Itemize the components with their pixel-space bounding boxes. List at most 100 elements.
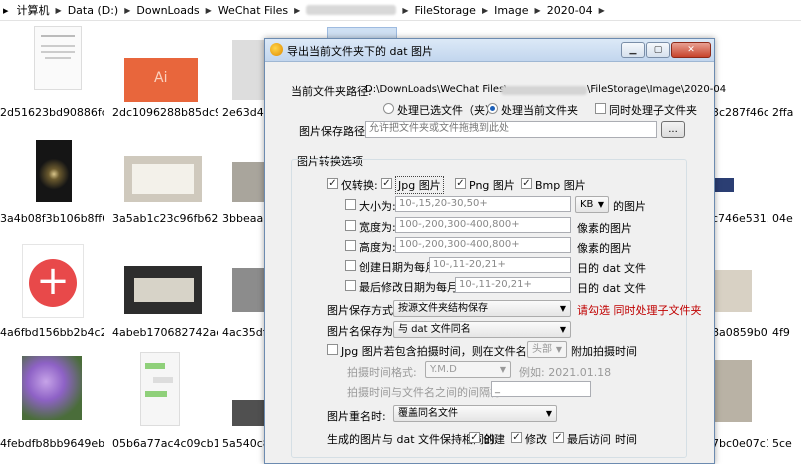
radio-selected-files[interactable] (383, 103, 394, 114)
save-mode-select[interactable]: 按源文件夹结构保存 ▼ (393, 300, 571, 317)
time-format-select[interactable]: Y.M.D ▼ (425, 361, 511, 378)
size-input[interactable]: 10-,15,20-30,50+ (395, 196, 571, 212)
file-thumbnail[interactable] (22, 356, 82, 420)
file-name[interactable]: 3bbeaa29... (222, 212, 264, 225)
file-name[interactable]: 4febdfb8bb9649eb0... (0, 437, 104, 450)
keep-modify-checkbox[interactable]: ✓ (511, 432, 522, 443)
close-button[interactable]: ✕ (671, 42, 711, 58)
file-thumbnail[interactable] (712, 360, 752, 422)
height-checkbox[interactable] (345, 240, 356, 251)
jpg-label[interactable]: Jpg 图片 (395, 176, 444, 194)
dialog-title-bar[interactable]: 导出当前文件夹下的 dat 图片 ▁ ▢ ✕ (265, 39, 714, 62)
file-name[interactable]: 2dc1096288b85dc93... (112, 106, 218, 119)
file-name[interactable]: 4abeb170682742ac7... (112, 326, 218, 339)
file-thumbnail[interactable] (34, 26, 82, 90)
file-name[interactable]: 05b6a77ac4c09cb1f... (112, 437, 218, 450)
height-input[interactable]: 100-,200,300-400,800+ (395, 237, 571, 253)
only-convert-checkbox[interactable]: ✓ (327, 178, 338, 189)
width-checkbox[interactable] (345, 220, 356, 231)
radio-current-folder-label[interactable]: 处理当前文件夹 (501, 102, 578, 118)
file-name[interactable]: c746e531... (712, 212, 768, 225)
radio-selected-files-label[interactable]: 处理已选文件（夹） (397, 102, 496, 118)
folder-path-start: D:\DownLoads\WeChat Files\ (365, 84, 508, 95)
file-name[interactable]: 2d51623bd90886fd0... (0, 106, 104, 119)
breadcrumb-filestorage[interactable]: FileStorage (410, 4, 479, 17)
size-label: 大小为: (359, 200, 396, 213)
maximize-button[interactable]: ▢ (646, 42, 670, 58)
file-thumbnail[interactable] (124, 266, 202, 314)
file-name[interactable]: 3c287f46c... (712, 106, 768, 119)
breadcrumb-wechat-files[interactable]: WeChat Files (214, 4, 292, 17)
minimize-button[interactable]: ▁ (621, 42, 645, 58)
file-name[interactable]: 5a540c89... (222, 437, 264, 450)
file-thumbnail[interactable] (36, 140, 72, 202)
file-name[interactable]: 7bc0e07c1... (712, 437, 768, 450)
chevron-right-icon[interactable]: ▶ (533, 6, 543, 15)
chevron-right-icon[interactable]: ▶ (122, 6, 132, 15)
file-thumbnail[interactable]: Ai (124, 58, 198, 102)
png-label[interactable]: Png 图片 (469, 177, 515, 193)
size-suffix: 的图片 (613, 200, 646, 213)
bmp-checkbox[interactable]: ✓ (521, 178, 532, 189)
chevron-right-icon[interactable]: ▶ (204, 6, 214, 15)
jpg-time-position-select[interactable]: 头部 ▼ (527, 341, 567, 358)
chevron-right-icon[interactable]: ▶ (597, 6, 607, 15)
file-name[interactable]: 04e (772, 212, 801, 225)
size-checkbox[interactable] (345, 199, 356, 210)
breadcrumb-data-drive[interactable]: Data (D:) (64, 4, 123, 17)
breadcrumb-2020-04[interactable]: 2020-04 (543, 4, 597, 17)
jpg-time-checkbox[interactable] (327, 344, 338, 355)
breadcrumb-computer[interactable]: 计算机 (13, 2, 54, 18)
keep-modify-label[interactable]: 修改 (525, 431, 547, 447)
file-thumbnail[interactable] (140, 352, 180, 426)
file-name[interactable]: 4a6fbd156bb2b4c2f... (0, 326, 104, 339)
file-name[interactable]: 5ce (772, 437, 801, 450)
file-thumbnail[interactable] (232, 268, 264, 312)
name-select[interactable]: 与 dat 文件同名 ▼ (393, 321, 571, 338)
browse-button[interactable]: ... (661, 121, 685, 138)
jpg-checkbox[interactable]: ✓ (381, 178, 392, 189)
chevron-right-icon[interactable]: ▶ (54, 6, 64, 15)
modified-date-suffix: 日的 dat 文件 (577, 282, 647, 295)
file-thumbnail[interactable] (124, 156, 202, 202)
modified-date-input[interactable]: 10-,11-20,21+ (455, 277, 571, 293)
file-name[interactable]: 8a0859b0... (712, 326, 768, 339)
bmp-label[interactable]: Bmp 图片 (535, 177, 586, 193)
subfolders-label[interactable]: 同时处理子文件夹 (609, 102, 697, 118)
folder-path-label: 当前文件夹路径: (291, 85, 372, 98)
computer-icon: ▸ (3, 3, 9, 17)
keep-access-label[interactable]: 最后访问 (567, 431, 611, 447)
keep-create-checkbox[interactable]: ✓ (469, 432, 480, 443)
modified-date-checkbox[interactable] (345, 280, 356, 291)
chevron-down-icon: ▼ (559, 325, 566, 334)
keep-access-checkbox[interactable]: ✓ (553, 432, 564, 443)
height-label: 高度为: (359, 241, 396, 254)
separator-input[interactable]: _ (491, 381, 591, 397)
png-checkbox[interactable]: ✓ (455, 178, 466, 189)
breadcrumb-image[interactable]: Image (490, 4, 532, 17)
file-thumbnail[interactable] (232, 40, 264, 100)
rename-select[interactable]: 覆盖同名文件 ▼ (393, 405, 557, 422)
created-date-input[interactable]: 10-,11-20,21+ (429, 257, 571, 273)
keep-create-label[interactable]: 创建 (483, 431, 505, 447)
chevron-right-icon[interactable]: ▶ (292, 6, 302, 15)
width-input[interactable]: 100-,200,300-400,800+ (395, 217, 571, 233)
file-thumbnail[interactable]: + (22, 244, 84, 318)
save-path-input[interactable]: 允许把文件夹或文件拖拽到此处 (365, 121, 657, 138)
radio-current-folder[interactable] (487, 103, 498, 114)
file-name[interactable]: 3a4b08f3b106b8ff6a... (0, 212, 104, 225)
file-name[interactable]: 2ffa (772, 106, 801, 119)
breadcrumb-downloads[interactable]: DownLoads (132, 4, 203, 17)
size-unit-select[interactable]: KB ▼ (575, 196, 609, 213)
file-name[interactable]: 4ac35dfd... (222, 326, 264, 339)
chevron-right-icon[interactable]: ▶ (400, 6, 410, 15)
file-name[interactable]: 4f9 (772, 326, 801, 339)
rename-label: 图片重名时: (327, 410, 386, 423)
file-name[interactable]: 3a5ab1c23c96fb628... (112, 212, 218, 225)
chevron-right-icon[interactable]: ▶ (480, 6, 490, 15)
file-name[interactable]: 2e63d407... (222, 106, 264, 119)
subfolders-checkbox[interactable] (595, 103, 606, 114)
file-thumbnail[interactable] (232, 162, 264, 202)
file-thumbnail[interactable] (232, 400, 264, 426)
created-date-checkbox[interactable] (345, 260, 356, 271)
